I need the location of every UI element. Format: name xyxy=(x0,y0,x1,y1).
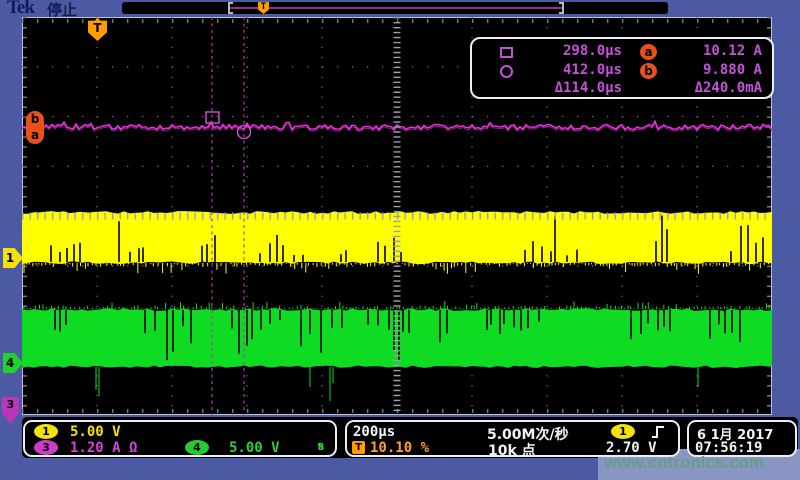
oscilloscope-screen: Tek 停止 T T ba 1 4 3 298.0μs a 10.12 A 41… xyxy=(0,0,800,480)
ch3-coupling: Ω xyxy=(129,440,137,456)
cursor-b-value: 9.880 A xyxy=(703,62,762,78)
ch1-position-icon: 1 xyxy=(3,248,23,268)
ch1-badge: 1 xyxy=(34,424,58,439)
rising-edge-icon xyxy=(650,424,666,439)
record-length: 10k 点 xyxy=(488,440,536,460)
ch3-scale: 1.20 A xyxy=(70,440,121,456)
cursor-readout-box: 298.0μs a 10.12 A 412.0μs b 9.880 A Δ114… xyxy=(470,37,774,99)
ch4-position-icon: 4 xyxy=(3,353,23,373)
cursor-b-label: b xyxy=(31,112,40,126)
record-trigger-icon: T xyxy=(258,2,269,14)
trigger-position: 10.10 % xyxy=(370,440,429,456)
record-window-bracket-left xyxy=(228,2,233,14)
timebase: 200μs xyxy=(353,424,395,440)
trigger-source-badge: 1 xyxy=(611,424,635,439)
ch4-scale: 5.00 V xyxy=(229,440,280,456)
cursor1-time: 298.0μs xyxy=(563,43,622,59)
cursor-b-badge: b xyxy=(640,63,657,79)
datetime-box: 6 1月 2017 07:56:19 xyxy=(687,420,797,457)
record-window-bracket-right xyxy=(559,2,564,14)
cursor-ab-level-icon: ba xyxy=(26,111,44,144)
trigger-pos-icon: T xyxy=(352,441,365,454)
horizontal-trigger-box: 200μs T 10.10 % 5.00M次/秒 10k 点 1 2.70 V xyxy=(345,420,680,457)
cursor-a-badge: a xyxy=(640,44,657,60)
cursor-a-value: 10.12 A xyxy=(703,43,762,59)
record-view-bar: T xyxy=(122,2,668,14)
cursor-a-label: a xyxy=(31,128,39,142)
cursor1-square-icon xyxy=(500,47,513,58)
ch4-badge: 4 xyxy=(185,440,209,455)
cursor2-time: 412.0μs xyxy=(563,62,622,78)
vertical-settings-box: 1 5.00 V 3 1.20 A Ω 4 5.00 V BW xyxy=(23,420,337,457)
record-waveform-line xyxy=(230,7,562,9)
cursor-delta-time: Δ114.0μs xyxy=(555,80,622,96)
ch1-scale: 5.00 V xyxy=(70,424,121,440)
cursor-delta-value: Δ240.0mA xyxy=(695,80,762,96)
watermark-text: www.cntronics.com xyxy=(604,453,800,473)
ch3-badge: 3 xyxy=(34,440,58,455)
ch3-position-icon: 3 xyxy=(2,397,19,424)
cursor2-circle-icon xyxy=(500,65,513,78)
